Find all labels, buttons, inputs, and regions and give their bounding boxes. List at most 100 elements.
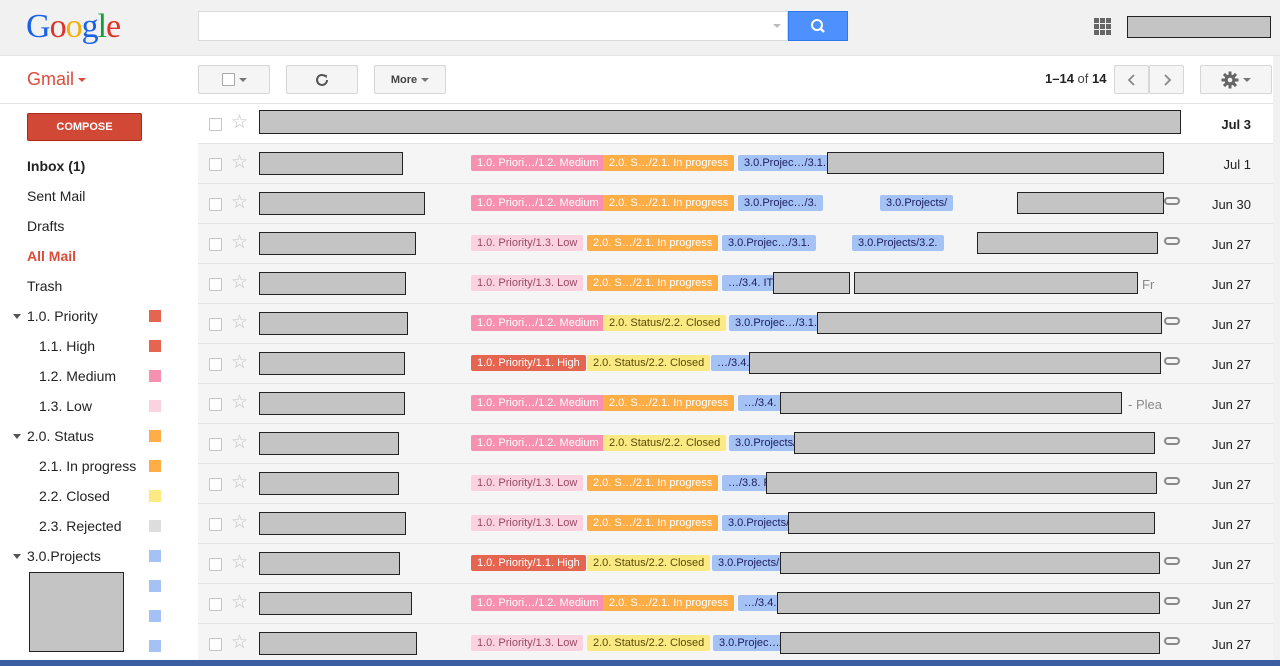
email-label-chip[interactable]: 1.0. Priori…/1.2. Medium xyxy=(471,595,605,611)
star-icon[interactable]: ☆ xyxy=(231,313,248,332)
email-label-chip[interactable]: 1.0. Priority/1.3. Low xyxy=(471,235,584,251)
table-row[interactable]: ☆ 1.0. Priority/1.3. Low 2.0. Status/2.2. … xyxy=(198,624,1273,664)
sidebar-label-high[interactable]: 1.1. High xyxy=(39,338,95,354)
email-label-chip[interactable]: 2.0. S…/2.1. In progress xyxy=(587,475,719,491)
search-input[interactable] xyxy=(198,11,788,41)
label-color-swatch[interactable] xyxy=(149,310,161,322)
search-options-dropdown-icon[interactable] xyxy=(773,24,781,28)
sidebar-label-closed[interactable]: 2.2. Closed xyxy=(39,488,110,504)
email-label-chip[interactable]: …/3.4. IT xyxy=(722,275,780,291)
row-checkbox[interactable] xyxy=(209,118,222,131)
email-label-chip[interactable]: 2.0. Status/2.2. Closed xyxy=(603,315,727,331)
newer-button[interactable] xyxy=(1114,65,1149,94)
star-icon[interactable]: ☆ xyxy=(231,233,248,252)
collapse-arrow-icon[interactable] xyxy=(13,554,21,559)
search-button[interactable] xyxy=(788,11,848,41)
apps-grid-icon[interactable] xyxy=(1094,18,1111,35)
row-checkbox[interactable] xyxy=(209,438,222,451)
label-color-swatch[interactable] xyxy=(149,640,161,652)
older-button[interactable] xyxy=(1149,65,1184,94)
label-color-swatch[interactable] xyxy=(149,520,161,532)
email-label-chip[interactable]: 2.0. S…/2.1. In progress xyxy=(603,595,735,611)
row-checkbox[interactable] xyxy=(209,238,222,251)
email-label-chip[interactable]: 2.0. Status/2.2. Closed xyxy=(603,435,727,451)
star-icon[interactable]: ☆ xyxy=(231,553,248,572)
account-info-redacted[interactable] xyxy=(1127,16,1271,38)
email-label-chip[interactable]: 1.0. Priority/1.3. Low xyxy=(471,515,584,531)
email-label-chip[interactable]: …/3.4. xyxy=(738,595,783,611)
email-label-chip[interactable]: 2.0. S…/2.1. In progress xyxy=(603,195,735,211)
star-icon[interactable]: ☆ xyxy=(231,593,248,612)
email-label-chip[interactable]: 3.0.Projec…/3.1. xyxy=(722,235,816,251)
email-label-chip[interactable]: 2.0. S…/2.1. In progress xyxy=(603,155,735,171)
email-label-chip[interactable]: 1.0. Priori…/1.2. Medium xyxy=(471,315,605,331)
email-label-chip[interactable]: 1.0. Priority/1.3. Low xyxy=(471,475,584,491)
email-label-chip[interactable]: 3.0.Projects/ xyxy=(880,195,954,211)
star-icon[interactable]: ☆ xyxy=(231,353,248,372)
email-label-chip[interactable]: 2.0. Status/2.2. Closed xyxy=(587,635,711,651)
email-label-chip[interactable]: 3.0.Projec…/3.1. xyxy=(729,315,823,331)
email-label-chip[interactable]: 3.0.Projects/ xyxy=(712,555,786,571)
sidebar-label-priority[interactable]: 1.0. Priority xyxy=(27,308,98,324)
row-checkbox[interactable] xyxy=(209,478,222,491)
email-label-chip[interactable]: 2.0. Status/2.2. Closed xyxy=(587,355,711,371)
gmail-app-menu[interactable]: Gmail xyxy=(27,69,87,90)
table-row[interactable]: ☆ 1.0. Priority/1.1. High 2.0. Status/2.2.… xyxy=(198,544,1273,584)
label-color-swatch[interactable] xyxy=(149,490,161,502)
row-checkbox[interactable] xyxy=(209,398,222,411)
label-color-swatch[interactable] xyxy=(149,430,161,442)
label-color-swatch[interactable] xyxy=(149,370,161,382)
label-color-swatch[interactable] xyxy=(149,400,161,412)
row-checkbox[interactable] xyxy=(209,318,222,331)
email-label-chip[interactable]: 2.0. S…/2.1. In progress xyxy=(587,515,719,531)
email-label-chip[interactable]: 1.0. Priority/1.1. High xyxy=(471,555,586,571)
email-label-chip[interactable]: 1.0. Priori…/1.2. Medium xyxy=(471,195,605,211)
table-row[interactable]: ☆ 1.0. Priori…/1.2. Medium 2.0. Status/2.2… xyxy=(198,424,1273,464)
email-label-chip[interactable]: …/3.4. xyxy=(738,395,783,411)
table-row[interactable]: ☆ 1.0. Priori…/1.2. Medium 2.0. S…/2.1. In… xyxy=(198,384,1273,424)
table-row[interactable]: ☆ 1.0. Priori…/1.2. Medium 2.0. S…/2.1. In… xyxy=(198,144,1273,184)
star-icon[interactable]: ☆ xyxy=(231,513,248,532)
sidebar-label-in-progress[interactable]: 2.1. In progress xyxy=(39,458,136,474)
sidebar-label-low[interactable]: 1.3. Low xyxy=(39,398,92,414)
more-button[interactable]: More xyxy=(374,65,446,94)
label-color-swatch[interactable] xyxy=(149,550,161,562)
label-color-swatch[interactable] xyxy=(149,340,161,352)
table-row[interactable]: ☆ 1.0. Priority/1.3. Low 2.0. S…/2.1. In p… xyxy=(198,224,1273,264)
table-row[interactable]: ☆ 1.0. Priori…/1.2. Medium 2.0. S…/2.1. In… xyxy=(198,184,1273,224)
table-row[interactable]: ☆ Jul 3 xyxy=(198,104,1273,144)
row-checkbox[interactable] xyxy=(209,278,222,291)
table-row[interactable]: ☆ 1.0. Priority/1.3. Low 2.0. S…/2.1. In p… xyxy=(198,464,1273,504)
sidebar-label-medium[interactable]: 1.2. Medium xyxy=(39,368,116,384)
row-checkbox[interactable] xyxy=(209,558,222,571)
email-label-chip[interactable]: 2.0. S…/2.1. In progress xyxy=(603,395,735,411)
row-checkbox[interactable] xyxy=(209,518,222,531)
star-icon[interactable]: ☆ xyxy=(231,113,248,132)
email-label-chip[interactable]: 3.0.Projects/ xyxy=(722,515,796,531)
collapse-arrow-icon[interactable] xyxy=(13,434,21,439)
row-checkbox[interactable] xyxy=(209,598,222,611)
label-color-swatch[interactable] xyxy=(149,610,161,622)
label-color-swatch[interactable] xyxy=(149,460,161,472)
table-row[interactable]: ☆ 1.0. Priority/1.3. Low 2.0. S…/2.1. In p… xyxy=(198,504,1273,544)
email-label-chip[interactable]: 1.0. Priori…/1.2. Medium xyxy=(471,435,605,451)
settings-button[interactable] xyxy=(1200,65,1272,94)
table-row[interactable]: ☆ 1.0. Priori…/1.2. Medium 2.0. Status/2.2… xyxy=(198,304,1273,344)
email-label-chip[interactable]: 2.0. S…/2.1. In progress xyxy=(587,275,719,291)
select-all-button[interactable] xyxy=(198,65,270,94)
sidebar-item-trash[interactable]: Trash xyxy=(27,278,62,294)
email-label-chip[interactable]: 1.0. Priority/1.3. Low xyxy=(471,275,584,291)
star-icon[interactable]: ☆ xyxy=(231,633,248,652)
row-checkbox[interactable] xyxy=(209,198,222,211)
email-label-chip[interactable]: 2.0. Status/2.2. Closed xyxy=(587,555,711,571)
star-icon[interactable]: ☆ xyxy=(231,153,248,172)
star-icon[interactable]: ☆ xyxy=(231,433,248,452)
collapse-arrow-icon[interactable] xyxy=(13,314,21,319)
scrollbar-track[interactable] xyxy=(1273,56,1280,660)
sidebar-label-rejected[interactable]: 2.3. Rejected xyxy=(39,518,122,534)
row-checkbox[interactable] xyxy=(209,358,222,371)
sidebar-label-projects[interactable]: 3.0.Projects xyxy=(27,548,101,564)
email-label-chip[interactable]: 3.0.Projects/ xyxy=(729,435,803,451)
star-icon[interactable]: ☆ xyxy=(231,393,248,412)
refresh-button[interactable] xyxy=(286,65,358,94)
